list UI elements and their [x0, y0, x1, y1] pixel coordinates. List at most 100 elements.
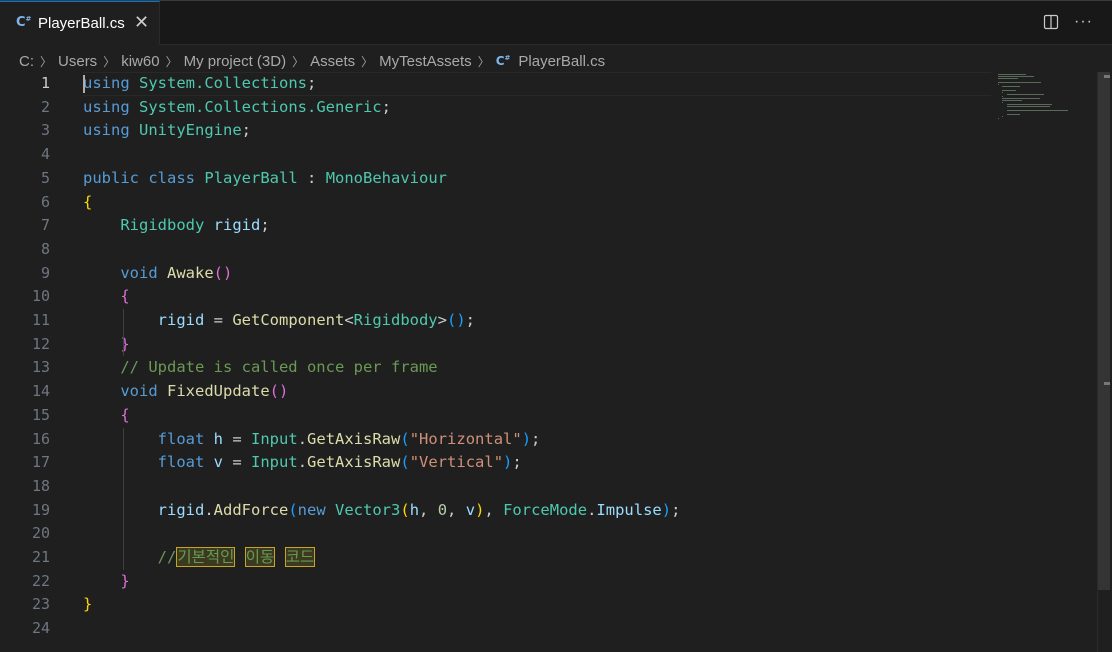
more-actions-icon[interactable]: ··· [1074, 13, 1093, 31]
code-token: "Vertical" [409, 453, 504, 472]
line-number: 6 [40, 192, 50, 211]
close-icon[interactable]: ✕ [134, 12, 149, 33]
code-token: 코드 [284, 547, 316, 567]
breadcrumb-item[interactable]: kiw60 [121, 53, 159, 70]
code-token: rigid [157, 500, 205, 519]
line-number: 5 [40, 168, 50, 187]
code-token: = [204, 311, 233, 329]
code-line[interactable]: } [83, 570, 129, 594]
split-editor-icon[interactable] [1043, 14, 1059, 30]
code-token: public [83, 168, 139, 187]
code-token: ; [260, 216, 270, 235]
code-line[interactable]: Rigidbody rigid; [83, 214, 270, 238]
line-number: 21 [31, 548, 50, 566]
minimap-line [1002, 98, 1040, 99]
code-token: { [120, 287, 130, 306]
code-line[interactable]: { [83, 404, 130, 428]
code-token: ) [475, 500, 485, 519]
line-number: 4 [40, 145, 50, 164]
code-token: float [157, 429, 205, 448]
code-token: float [157, 453, 205, 472]
chevron-right-icon: 〉 [361, 54, 374, 69]
tab-playerball[interactable]: C# PlayerBall.cs ✕ [0, 1, 160, 45]
code-line[interactable]: { [83, 191, 92, 215]
code-token: ( [400, 429, 410, 448]
minimap-line [1002, 90, 1016, 91]
code-token: , [484, 500, 504, 519]
code-line[interactable]: float h = Input.GetAxisRaw("Horizontal")… [83, 428, 541, 452]
minimap-line [998, 118, 1000, 119]
code-token: Vector3 [335, 500, 401, 519]
code-line[interactable]: // Update is called once per frame [83, 356, 437, 380]
code-token: Awake [167, 263, 214, 282]
code-token: using [83, 121, 130, 140]
breadcrumb-item[interactable]: My project (3D) [184, 53, 287, 70]
code-token: rigid [213, 216, 261, 235]
minimap[interactable] [996, 72, 1086, 132]
code-token: } [120, 334, 130, 353]
editor-window: C# PlayerBall.cs ✕ ··· C: 〉 Users 〉 kiw60 〉 My… [0, 0, 1112, 652]
minimap-line [1002, 102, 1004, 103]
line-number: 7 [40, 216, 50, 235]
line-number: 8 [40, 239, 50, 258]
code-line[interactable]: //기본적인 이동 코드 [83, 546, 316, 570]
breadcrumb-file[interactable]: PlayerBall.cs [518, 53, 605, 70]
code-token: { [83, 192, 93, 211]
code-token: 이동 [244, 547, 276, 567]
code-token: > [437, 311, 447, 329]
code-editor[interactable]: 1 2 3 4 5 6 7 8 9 10 11 12 13 14 15 16 17 18 19 20 21 22 23 24 … [0, 72, 1096, 652]
code-token: 기본적인 [176, 547, 236, 567]
chevron-right-icon: 〉 [40, 54, 53, 69]
code-token: . [297, 453, 308, 472]
minimap-line [1006, 104, 1052, 105]
code-line[interactable]: } [83, 593, 92, 617]
code-line[interactable]: using UnityEngine; [83, 119, 251, 143]
code-line[interactable]: rigid = GetComponent<Rigidbody>(); [83, 309, 475, 333]
code-token: GetComponent [232, 311, 345, 329]
code-token: { [120, 405, 130, 424]
breadcrumb-item[interactable]: C: [19, 53, 34, 70]
line-number: 22 [31, 571, 50, 590]
code-token: GetAxisRaw [307, 453, 401, 472]
code-token: ; [241, 121, 252, 140]
breadcrumb-item[interactable]: MyTestAssets [379, 53, 472, 70]
code-line[interactable]: { [83, 285, 130, 309]
tab-bar: C# PlayerBall.cs ✕ ··· [0, 1, 1112, 45]
scrollbar-thumb[interactable] [1098, 72, 1110, 590]
code-line[interactable]: void Awake() [83, 262, 232, 286]
code-token: // [157, 548, 177, 566]
code-token: , [447, 500, 466, 519]
code-line[interactable]: using System.Collections.Generic; [83, 96, 391, 120]
code-token: void [120, 263, 158, 282]
code-line[interactable]: rigid.AddForce(new Vector3(h, 0, v), For… [83, 499, 681, 523]
line-number: 17 [31, 453, 50, 472]
indent-guide [123, 309, 125, 357]
minimap-line [1002, 116, 1004, 117]
line-number: 15 [31, 405, 50, 424]
code-token: ; [531, 429, 541, 448]
code-token: ) [503, 453, 513, 472]
code-line[interactable]: public class PlayerBall : MonoBehaviour [83, 167, 447, 191]
minimap-line [1006, 114, 1020, 115]
breadcrumb-item[interactable]: Users [58, 53, 97, 70]
minimap-line [1002, 96, 1004, 97]
code-token: Rigidbody [120, 216, 205, 235]
code-token: Input [251, 453, 298, 472]
line-number: 14 [31, 382, 50, 401]
code-token: } [83, 595, 93, 614]
line-number: 10 [31, 287, 50, 306]
code-token: class [148, 168, 196, 187]
code-line[interactable]: using System.Collections; [83, 72, 316, 96]
code-line[interactable]: float v = Input.GetAxisRaw("Vertical"); [83, 451, 522, 475]
code-line[interactable]: void FixedUpdate() [83, 380, 288, 404]
breadcrumb-item[interactable]: Assets [310, 53, 355, 70]
line-number: 23 [31, 595, 50, 614]
